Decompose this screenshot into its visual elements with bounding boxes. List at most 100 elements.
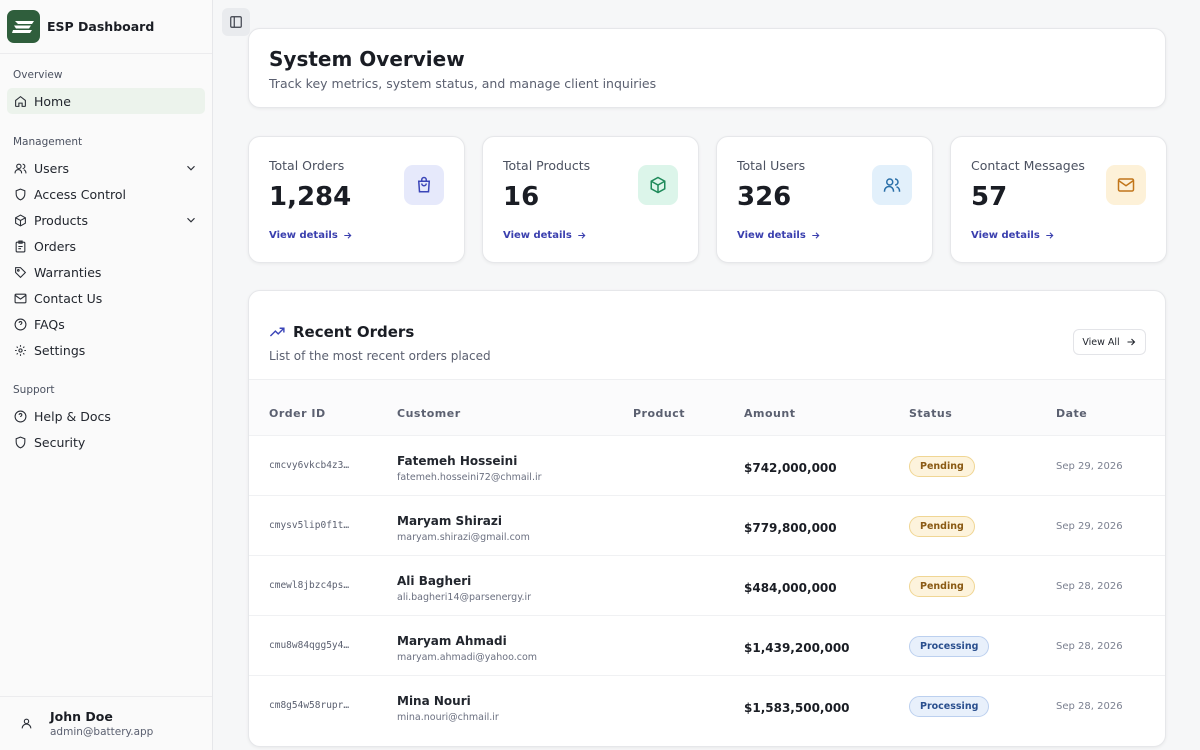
shopping-bag-icon bbox=[404, 165, 444, 205]
column-header-product[interactable]: Product bbox=[633, 407, 685, 420]
shield-icon bbox=[13, 435, 27, 449]
view-details-label: View details bbox=[269, 230, 338, 241]
column-header-order-id[interactable]: Order ID bbox=[269, 407, 326, 420]
sidebar-item-help-docs[interactable]: Help & Docs bbox=[7, 403, 205, 429]
order-id: cmysv5lip0f1t… bbox=[269, 520, 350, 531]
customer-name: Fatemeh Hosseini bbox=[397, 454, 518, 468]
customer-name: Mina Nouri bbox=[397, 694, 471, 708]
recent-orders-header: Recent Orders bbox=[269, 323, 414, 341]
user-email: admin@battery.app bbox=[50, 726, 154, 738]
customer-email: mina.nouri@chmail.ir bbox=[397, 712, 499, 723]
order-amount: $1,439,200,000 bbox=[744, 641, 850, 655]
order-date: Sep 28, 2026 bbox=[1056, 581, 1123, 592]
view-details-link[interactable]: View details bbox=[503, 230, 587, 241]
stat-label: Contact Messages bbox=[971, 158, 1085, 173]
stat-label: Total Products bbox=[503, 158, 591, 173]
view-details-link[interactable]: View details bbox=[269, 230, 353, 241]
stat-card-messages: Contact Messages 57 View details bbox=[950, 136, 1167, 263]
view-details-label: View details bbox=[971, 230, 1040, 241]
arrow-right-icon bbox=[1046, 232, 1054, 239]
clipboard-icon bbox=[13, 239, 27, 253]
sidebar-item-security[interactable]: Security bbox=[7, 429, 205, 455]
stat-card-products: Total Products 16 View details bbox=[482, 136, 699, 263]
mail-icon bbox=[13, 291, 27, 305]
stat-label: Total Orders bbox=[269, 158, 345, 173]
table-row[interactable]: cmu8w84qgg5y4… Maryam Ahmadi maryam.ahma… bbox=[249, 615, 1165, 675]
brand-title: ESP Dashboard bbox=[47, 19, 155, 34]
help-circle-icon bbox=[13, 409, 27, 423]
sidebar-item-label: Home bbox=[34, 93, 71, 109]
sidebar-item-access-control[interactable]: Access Control bbox=[7, 181, 205, 207]
chevron-down-icon[interactable] bbox=[184, 161, 198, 175]
sidebar-item-label: Orders bbox=[34, 238, 77, 254]
sidebar-item-label: Access Control bbox=[34, 186, 126, 202]
table-row[interactable]: cm8g54w58rupr… Mina Nouri mina.nouri@chm… bbox=[249, 675, 1165, 735]
column-header-amount[interactable]: Amount bbox=[744, 407, 795, 420]
stat-value: 1,284 bbox=[269, 182, 352, 212]
status-badge: Processing bbox=[909, 696, 990, 717]
sidebar-item-label: Help & Docs bbox=[34, 408, 111, 424]
status-badge: Pending bbox=[909, 456, 975, 477]
status-badge: Pending bbox=[909, 516, 975, 537]
order-date: Sep 29, 2026 bbox=[1056, 461, 1123, 472]
sidebar-item-products[interactable]: Products bbox=[7, 207, 205, 233]
order-id: cmewl8jbzc4ps… bbox=[269, 580, 350, 591]
home-icon bbox=[13, 94, 27, 108]
column-header-customer[interactable]: Customer bbox=[397, 407, 461, 420]
sidebar-item-orders[interactable]: Orders bbox=[7, 233, 205, 259]
view-details-label: View details bbox=[737, 230, 806, 241]
sidebar-item-warranties[interactable]: Warranties bbox=[7, 259, 205, 285]
table-row[interactable]: cmcvy6vkcb4z3… Fatemeh Hosseini fatemeh.… bbox=[249, 435, 1165, 495]
view-details-link[interactable]: View details bbox=[971, 230, 1055, 241]
sidebar-item-contact-us[interactable]: Contact Us bbox=[7, 285, 205, 311]
view-all-label: View All bbox=[1082, 336, 1120, 348]
trending-up-icon bbox=[269, 327, 285, 337]
table-row[interactable]: cmysv5lip0f1t… Maryam Shirazi maryam.shi… bbox=[249, 495, 1165, 555]
sidebar-toggle-button[interactable] bbox=[222, 8, 250, 36]
customer-email: maryam.shirazi@gmail.com bbox=[397, 532, 530, 543]
help-circle-icon bbox=[13, 317, 27, 331]
page-title: System Overview bbox=[269, 47, 465, 71]
sidebar-item-label: Security bbox=[34, 434, 86, 450]
sidebar-item-label: Warranties bbox=[34, 264, 102, 280]
stat-value: 326 bbox=[737, 182, 792, 212]
order-id: cmu8w84qgg5y4… bbox=[269, 640, 350, 651]
stat-value: 57 bbox=[971, 182, 1008, 212]
sidebar-item-label: Users bbox=[34, 160, 70, 176]
section-label-overview: Overview bbox=[13, 69, 63, 81]
column-header-date[interactable]: Date bbox=[1056, 407, 1087, 420]
order-amount: $484,000,000 bbox=[744, 581, 837, 595]
shield-icon bbox=[13, 187, 27, 201]
sidebar-item-faqs[interactable]: FAQs bbox=[7, 311, 205, 337]
customer-name: Maryam Ahmadi bbox=[397, 634, 507, 648]
user-profile[interactable]: John Doe admin@battery.app bbox=[0, 696, 212, 750]
customer-email: ali.bagheri14@parsenergy.ir bbox=[397, 592, 532, 603]
brand-logo bbox=[7, 10, 40, 43]
mail-icon bbox=[1106, 165, 1146, 205]
sidebar-item-label: Contact Us bbox=[34, 290, 103, 306]
sidebar-item-settings[interactable]: Settings bbox=[7, 337, 205, 363]
gear-icon bbox=[13, 343, 27, 357]
sidebar-item-home[interactable]: Home bbox=[7, 88, 205, 114]
order-date: Sep 28, 2026 bbox=[1056, 641, 1123, 652]
stat-card-users: Total Users 326 View details bbox=[716, 136, 933, 263]
order-date: Sep 28, 2026 bbox=[1056, 701, 1123, 712]
user-name: John Doe bbox=[50, 709, 113, 724]
tag-icon bbox=[13, 265, 27, 279]
status-badge: Pending bbox=[909, 576, 975, 597]
recent-orders-card: Recent Orders List of the most recent or… bbox=[248, 290, 1166, 747]
section-label-management: Management bbox=[13, 136, 83, 148]
view-all-button[interactable]: View All bbox=[1073, 329, 1146, 355]
chevron-down-icon[interactable] bbox=[184, 213, 198, 227]
brand[interactable]: ESP Dashboard bbox=[0, 0, 212, 54]
arrow-right-icon bbox=[812, 232, 820, 239]
section-label-support: Support bbox=[13, 384, 55, 396]
view-details-label: View details bbox=[503, 230, 572, 241]
section-title: Recent Orders bbox=[293, 323, 415, 341]
sidebar-item-users[interactable]: Users bbox=[7, 155, 205, 181]
view-details-link[interactable]: View details bbox=[737, 230, 821, 241]
customer-email: fatemeh.hosseini72@chmail.ir bbox=[397, 472, 542, 483]
column-header-status[interactable]: Status bbox=[909, 407, 952, 420]
table-row[interactable]: cmewl8jbzc4ps… Ali Bagheri ali.bagheri14… bbox=[249, 555, 1165, 615]
stat-label: Total Users bbox=[737, 158, 806, 173]
